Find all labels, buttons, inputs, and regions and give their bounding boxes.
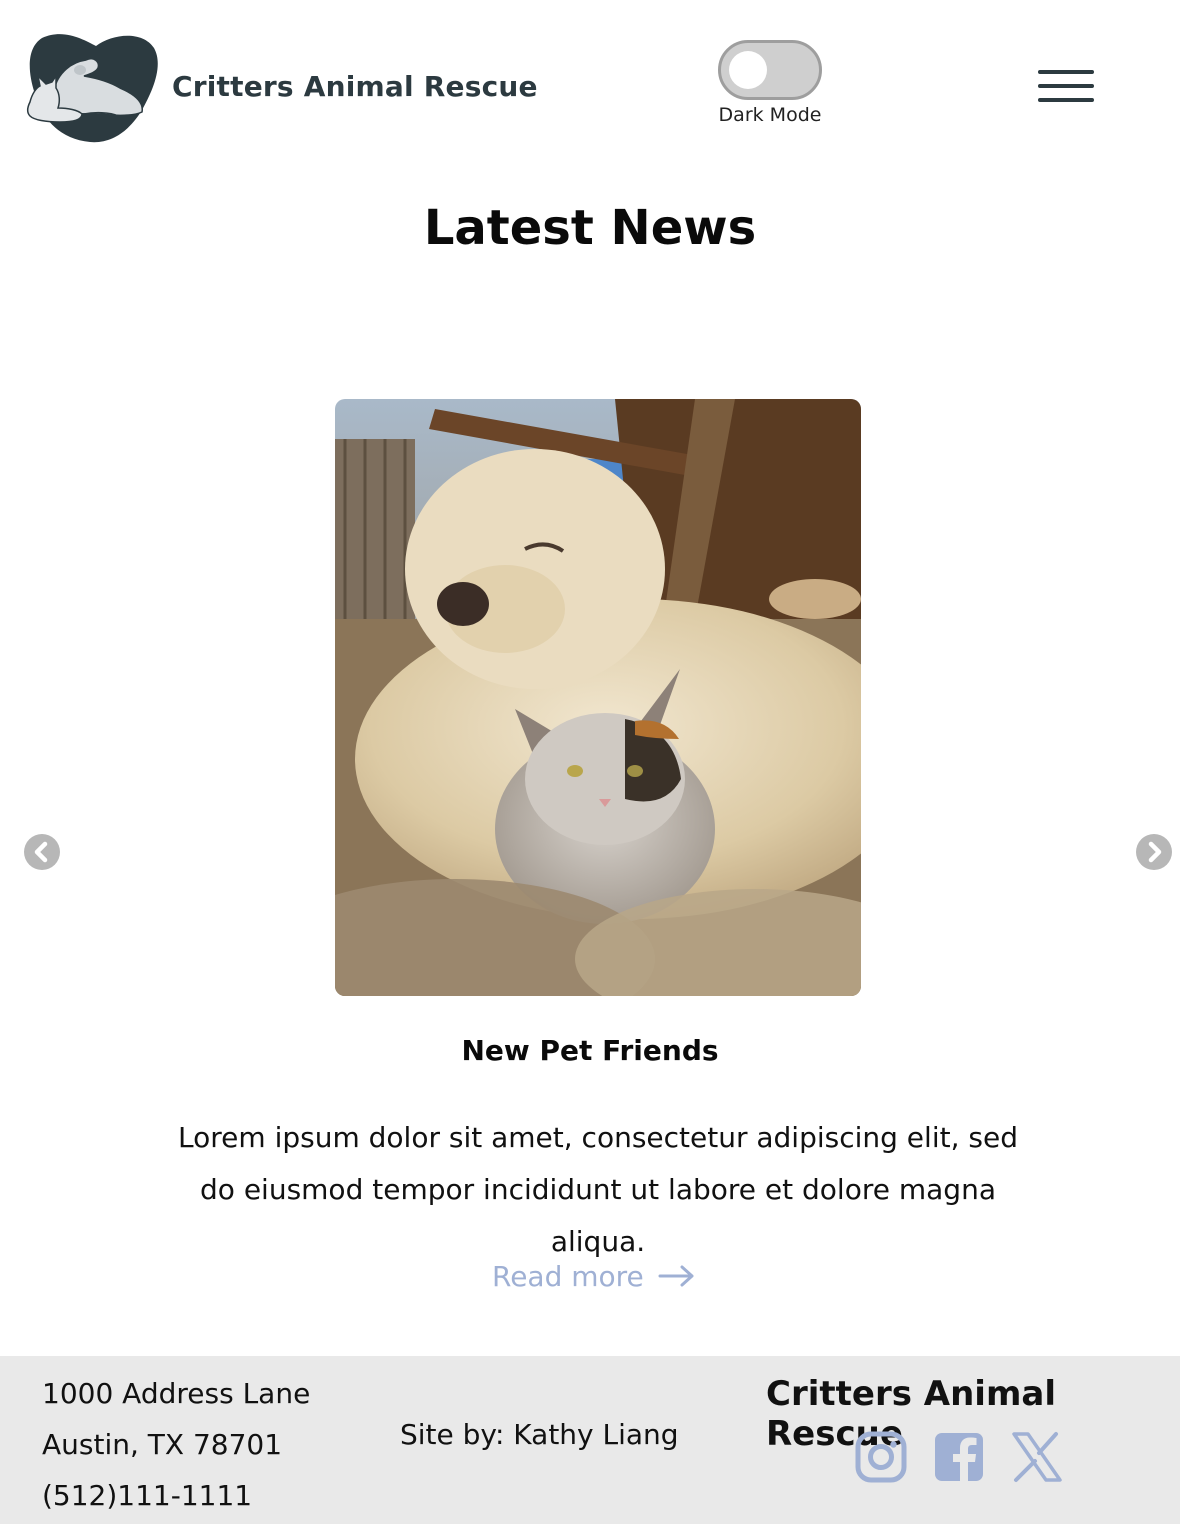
read-more-link[interactable]: Read more [492,1256,696,1296]
address-line-city: Austin, TX 78701 [42,1428,283,1461]
social-links [854,1430,1064,1484]
carousel-prev-button[interactable] [24,834,60,870]
site-credit: Site by: Kathy Liang [400,1418,679,1451]
carousel-next-button[interactable] [1136,834,1172,870]
read-more-label: Read more [492,1259,644,1293]
address-line-street: 1000 Address Lane [42,1377,311,1410]
news-card-title: New Pet Friends [461,1034,719,1067]
chevron-right-circle-icon [1148,841,1162,863]
dark-mode-toggle-group: Dark Mode [716,40,824,130]
dark-mode-label: Dark Mode [718,104,822,126]
page-title: Latest News [423,200,757,256]
hamburger-line [1038,84,1094,88]
dog-and-cat-logo-icon[interactable] [24,32,160,144]
hamburger-line [1038,70,1094,74]
chevron-left-circle-icon [34,841,48,863]
footer-address: 1000 Address Lane Austin, TX 78701 (512)… [42,1368,310,1521]
site-footer: 1000 Address Lane Austin, TX 78701 (512)… [0,1356,1180,1524]
site-header: Critters Animal Rescue Dark Mode [0,0,1180,170]
hamburger-line [1038,98,1094,102]
instagram-icon[interactable] [854,1430,908,1484]
news-card-text: Lorem ipsum dolor sit amet, consectetur … [178,1121,1018,1258]
facebook-icon[interactable] [932,1430,986,1484]
arrow-right-icon [658,1265,694,1287]
site-brand-name[interactable]: Critters Animal Rescue [172,70,538,103]
news-card-image [335,399,861,996]
toggle-knob [729,51,767,89]
hamburger-menu-icon[interactable] [1038,68,1096,108]
x-icon[interactable] [1010,1430,1064,1484]
dark-mode-toggle[interactable] [718,40,822,100]
footer-phone[interactable]: (512)111-1111 [42,1470,310,1521]
